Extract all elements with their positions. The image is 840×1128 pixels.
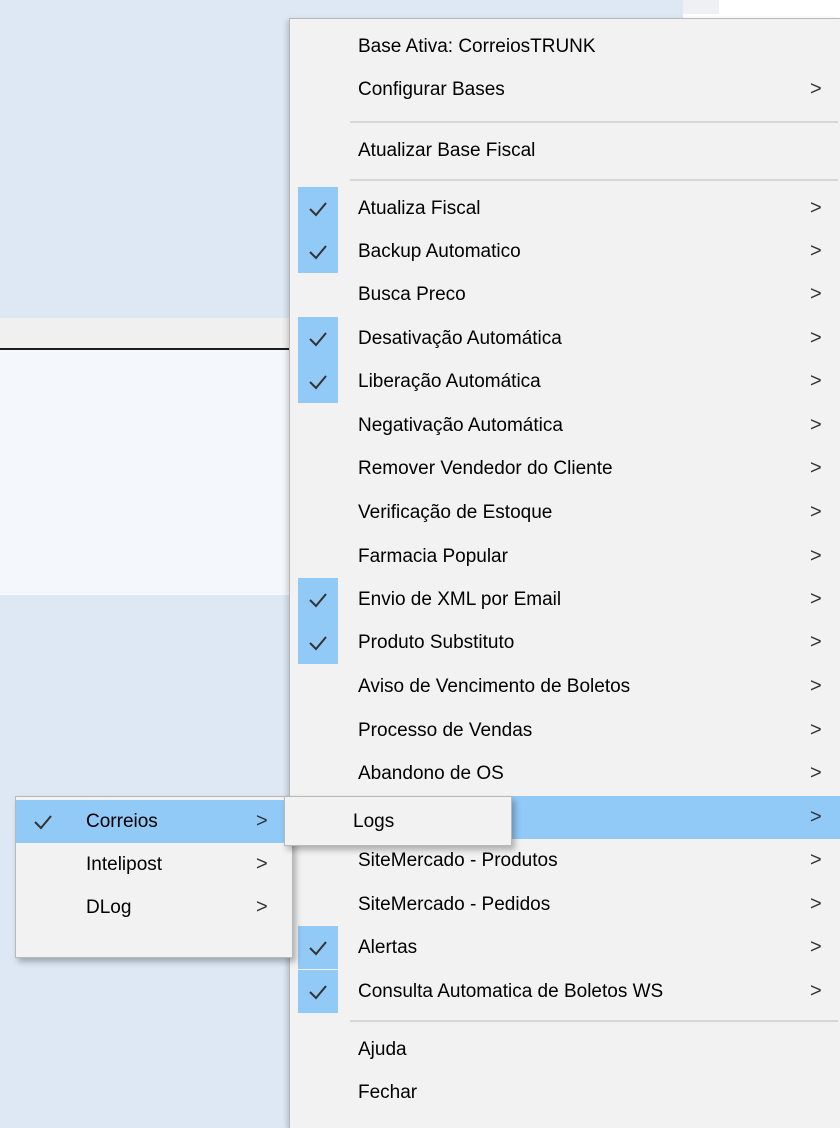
menu-item-verificacao-estoque[interactable]: Verificação de Estoque > [290, 491, 840, 534]
background-table-body [0, 350, 290, 595]
menu-item-label: Produto Substituto [358, 632, 515, 653]
chevron-right-icon: > [810, 457, 822, 479]
menu-item-label: Verificação de Estoque [358, 502, 553, 523]
chevron-right-icon: > [810, 370, 822, 392]
menu-item-aviso-vencimento[interactable]: Aviso de Vencimento de Boletos > [290, 665, 840, 708]
menu-item-label: Aviso de Vencimento de Boletos [358, 676, 631, 697]
menu-item-fechar[interactable]: Fechar [290, 1071, 840, 1114]
menu-item-label: Liberação Automática [358, 371, 541, 392]
menu-item-envio-xml[interactable]: Envio de XML por Email > [290, 578, 840, 621]
menu-item-label: Fechar [358, 1082, 418, 1103]
menu-item-consulta-boletos-ws[interactable]: Consulta Automatica de Boletos WS > [290, 970, 840, 1013]
menu-item-label: Backup Automatico [358, 241, 521, 262]
menu-item-atualizar-base-fiscal[interactable]: Atualizar Base Fiscal [290, 129, 840, 172]
menu-item-busca-preco[interactable]: Busca Preco > [290, 273, 840, 316]
menu-item-abandono-os[interactable]: Abandono de OS > [290, 752, 840, 795]
chevron-right-icon: > [810, 806, 822, 828]
menu-item-farmacia-popular[interactable]: Farmacia Popular > [290, 535, 840, 578]
menu-item-configurar-bases[interactable]: Configurar Bases > [290, 68, 840, 111]
submenu-integrations: Correios > Intelipost > DLog > [15, 796, 293, 958]
submenu-item-logs[interactable]: Logs [353, 800, 394, 843]
menu-item-processo-vendas[interactable]: Processo de Vendas > [290, 709, 840, 752]
menu-item-ajuda[interactable]: Ajuda [290, 1028, 840, 1071]
context-menu: Base Ativa: CorreiosTRUNK Configurar Bas… [289, 18, 840, 1128]
menu-item-label: Configurar Bases [358, 79, 505, 100]
checkmark-icon [298, 317, 338, 360]
checkmark-icon [298, 970, 338, 1013]
menu-item-sitemercado-pedidos[interactable]: SiteMercado - Pedidos > [290, 883, 840, 926]
chevron-right-icon: > [256, 810, 268, 832]
submenu-item-dlog[interactable]: DLog > [16, 886, 292, 929]
submenu-correios: Logs [284, 796, 512, 846]
chevron-right-icon: > [810, 631, 822, 653]
submenu-item-correios[interactable]: Correios > [16, 800, 292, 843]
submenu-item-label: Intelipost [86, 854, 163, 875]
menu-item-label: Base Ativa: CorreiosTRUNK [358, 36, 596, 57]
checkmark-icon [298, 360, 338, 403]
chevron-right-icon: > [810, 893, 822, 915]
menu-item-label: Atualizar Base Fiscal [358, 140, 536, 161]
chevron-right-icon: > [810, 936, 822, 958]
checkmark-icon [298, 926, 338, 969]
chevron-right-icon: > [810, 197, 822, 219]
checkmark-icon [298, 187, 338, 230]
background-table-header [0, 318, 290, 350]
chevron-right-icon: > [810, 719, 822, 741]
chevron-right-icon: > [810, 78, 822, 100]
menu-item-label: Busca Preco [358, 284, 466, 305]
menu-separator [350, 1020, 838, 1022]
menu-item-desativacao-automatica[interactable]: Desativação Automática > [290, 317, 840, 360]
chevron-right-icon: > [810, 327, 822, 349]
chevron-right-icon: > [810, 849, 822, 871]
submenu-item-label: Correios [86, 811, 158, 832]
menu-item-label: Processo de Vendas [358, 720, 533, 741]
chevron-right-icon: > [810, 501, 822, 523]
checkmark-icon [298, 230, 338, 273]
chevron-right-icon: > [810, 762, 822, 784]
menu-separator [350, 121, 838, 123]
menu-item-remover-vendedor[interactable]: Remover Vendedor do Cliente > [290, 447, 840, 490]
chevron-right-icon: > [810, 675, 822, 697]
menu-item-label: Consulta Automatica de Boletos WS [358, 981, 664, 1002]
menu-item-label: Negativação Automática [358, 415, 563, 436]
chevron-right-icon: > [810, 283, 822, 305]
submenu-item-label: DLog [86, 897, 132, 918]
chevron-right-icon: > [810, 980, 822, 1002]
menu-item-label: SiteMercado - Pedidos [358, 894, 551, 915]
menu-item-label: Desativação Automática [358, 328, 562, 349]
menu-item-liberacao-automatica[interactable]: Liberação Automática > [290, 360, 840, 403]
checkmark-icon [298, 621, 338, 664]
background-window-edge [683, 0, 719, 14]
menu-item-backup-automatico[interactable]: Backup Automatico > [290, 230, 840, 273]
chevron-right-icon: > [810, 545, 822, 567]
menu-item-negativacao-automatica[interactable]: Negativação Automática > [290, 404, 840, 447]
submenu-item-intelipost[interactable]: Intelipost > [16, 843, 292, 886]
chevron-right-icon: > [256, 896, 268, 918]
menu-item-produto-substituto[interactable]: Produto Substituto > [290, 621, 840, 664]
chevron-right-icon: > [256, 853, 268, 875]
menu-item-label: Alertas [358, 937, 418, 958]
menu-item-base-ativa[interactable]: Base Ativa: CorreiosTRUNK [290, 25, 840, 68]
checkmark-icon [28, 800, 58, 843]
menu-item-label: Remover Vendedor do Cliente [358, 458, 613, 479]
menu-item-label: Ajuda [358, 1039, 407, 1060]
menu-item-atualiza-fiscal[interactable]: Atualiza Fiscal > [290, 187, 840, 230]
checkmark-icon [298, 578, 338, 621]
menu-item-label: Abandono de OS [358, 763, 504, 784]
menu-item-label: Atualiza Fiscal [358, 198, 481, 219]
chevron-right-icon: > [810, 588, 822, 610]
menu-item-label: Farmacia Popular [358, 546, 508, 567]
menu-item-alertas[interactable]: Alertas > [290, 926, 840, 969]
chevron-right-icon: > [810, 240, 822, 262]
chevron-right-icon: > [810, 414, 822, 436]
menu-item-label: Envio de XML por Email [358, 589, 562, 610]
menu-separator [350, 179, 838, 181]
